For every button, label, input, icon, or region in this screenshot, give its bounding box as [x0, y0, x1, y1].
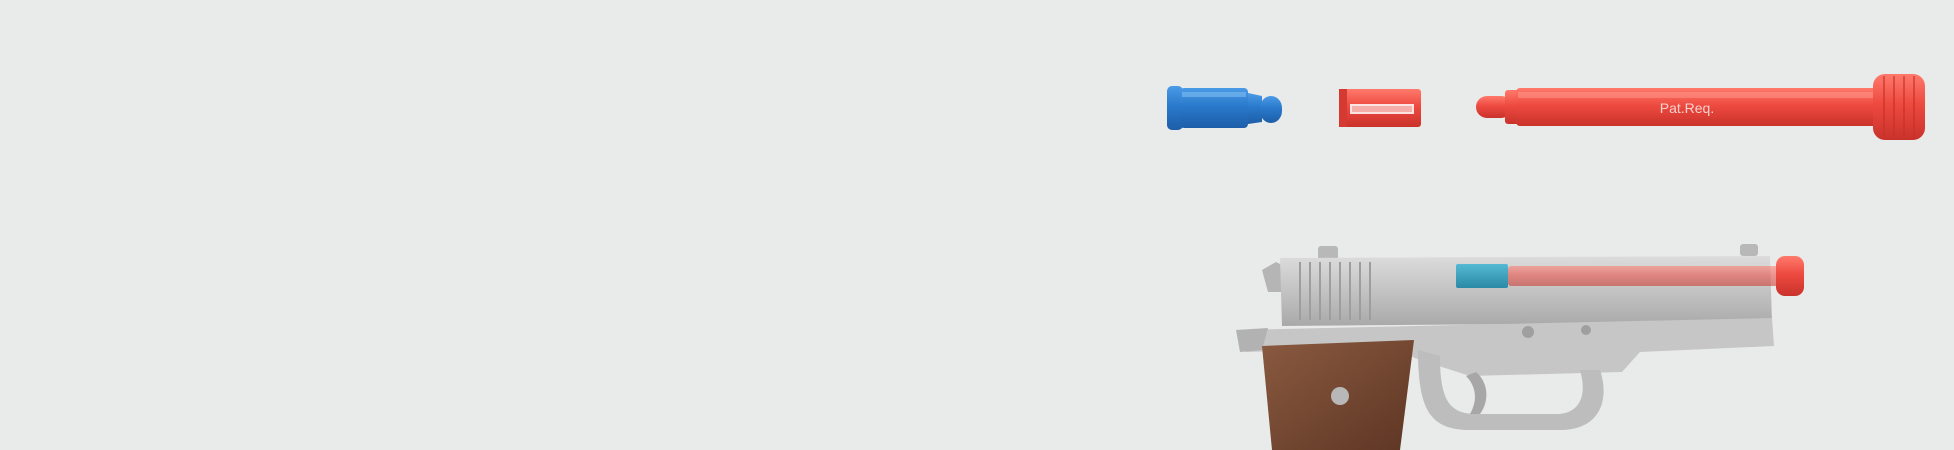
- pistol-icon: [1236, 244, 1804, 450]
- rod-label: Pat.Req.: [1660, 100, 1714, 116]
- product-image: Pat.Req.: [0, 0, 1954, 450]
- dummy-round-icon: [1167, 86, 1282, 130]
- indicator-rod-icon: Pat.Req.: [1476, 74, 1925, 140]
- barrel-sleeve-icon: [1339, 89, 1421, 127]
- product-illustration: Pat.Req.: [1167, 74, 1925, 450]
